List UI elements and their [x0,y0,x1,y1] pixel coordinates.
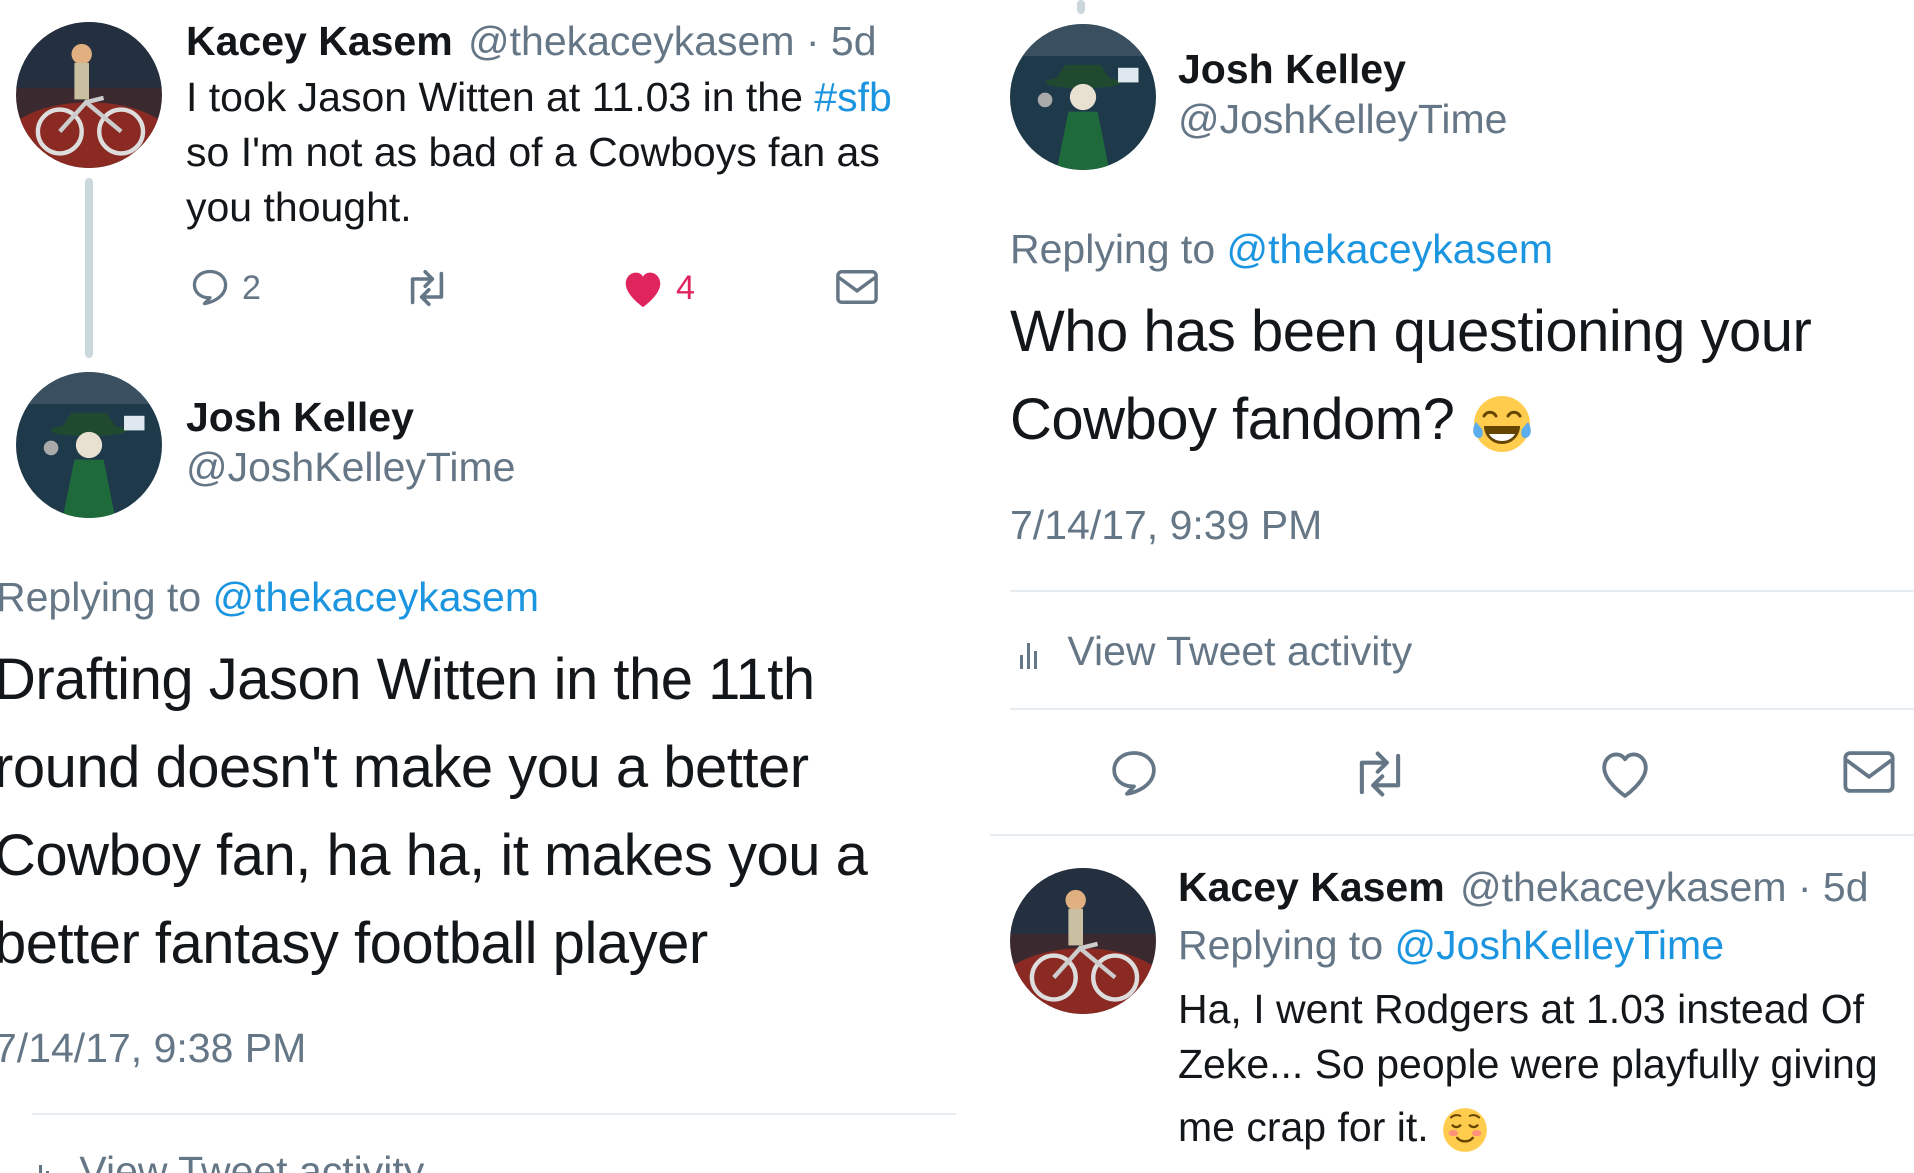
reply-replying-to: Replying to @JoshKelleyTime [1178,922,1724,969]
tweet2-replying-handle-link[interactable]: @thekaceykasem [213,574,539,620]
activity-bars-icon [1020,643,1037,670]
tweet1-reply-count: 2 [242,268,261,307]
kacey-avatar[interactable] [1010,868,1156,1014]
tweet1-handle[interactable]: @thekaceykasem [468,18,794,64]
tweet-replying-handle-link[interactable]: @thekaceykasem [1227,226,1553,272]
tweet-divider-1 [1010,590,1914,592]
reply-handle[interactable]: @thekaceykasem [1460,864,1786,910]
tweet1-like-button[interactable]: 4 [620,266,695,310]
tweet-activity-label[interactable]: View Tweet activity [1067,628,1412,674]
like-icon [625,272,661,308]
tweet2-replying-prefix: Replying to [0,574,213,620]
tweet-like-button[interactable] [1596,746,1654,800]
tweet-timestamp: 7/14/17, 9:39 PM [1010,502,1323,548]
reply-author-handle[interactable]: @thekaceykasem · 5d [1460,864,1869,911]
tweet1-text: I took Jason Witten at 11.03 in the #sfb… [186,70,892,235]
tweet2-activity-label[interactable]: View Tweet activity [79,1148,424,1173]
tweet-text-line2: Cowboy fandom? [1010,387,1470,452]
tweet-text: Who has been questioning your Cowboy fan… [1010,288,1812,464]
thread-connector-top [1077,0,1085,14]
reply-age: · 5d [1797,864,1869,910]
tweet-dm-button[interactable] [1840,746,1898,798]
tweet2-timestamp: 7/14/17, 9:38 PM [0,1025,307,1071]
tweet2-text-line1: Drafting Jason Witten in the 11th [0,647,815,712]
tweet1-author-name[interactable]: Kacey Kasem [186,18,453,65]
dm-icon [1843,751,1895,793]
tweet1-author-handle[interactable]: @thekaceykasem · 5d [468,18,877,65]
reply-replying-prefix: Replying to [1178,922,1395,968]
tweet-divider-3 [990,834,1914,836]
tweet-reply-button[interactable] [1106,746,1162,802]
thread-connector [85,178,93,358]
retweet-icon [1359,751,1401,797]
tweet1-retweet-button[interactable] [400,266,454,310]
dm-icon [836,270,878,304]
josh-avatar[interactable] [1010,24,1156,170]
tweet2-author-handle[interactable]: @JoshKelleyTime [186,444,515,491]
tweet1-dm-button[interactable] [834,266,880,308]
tweet-author-handle[interactable]: @JoshKelleyTime [1178,96,1507,143]
tweet-divider-2 [1010,708,1914,710]
reply-text: Ha, I went Rodgers at 1.03 instead Of Ze… [1178,982,1878,1155]
left-screenshot: Kacey Kasem @thekaceykasem · 5d I took J… [0,0,960,1173]
activity-bars-icon [39,1165,49,1173]
tweet-replying-prefix: Replying to [1010,226,1227,272]
tweet1-text-line2: so I'm not as bad of a Cowboys fan as [186,129,880,175]
josh-avatar[interactable] [16,372,162,518]
tweet1-like-count: 4 [676,268,695,307]
tweet1-text-line1: I took Jason Witten at 11.03 in the [186,74,815,120]
tweet1-age: · 5d [805,18,877,64]
tweet2-author-name[interactable]: Josh Kelley [186,394,414,441]
tweet-view-activity-link[interactable]: View Tweet activity [1018,628,1412,675]
tweet2-replying-to: Replying to @thekaceykasem [0,574,539,621]
tweet-text-line1: Who has been questioning your [1010,299,1812,364]
tweet-retweet-button[interactable] [1346,746,1414,802]
reply-text-line2: Zeke... So people were playfully giving [1178,1041,1878,1087]
tweet2-view-activity-link[interactable]: View Tweet activity [30,1148,424,1173]
tweet2-text-line4: better fantasy football player [0,911,708,976]
tweet2-divider [32,1113,956,1115]
reply-icon [1112,751,1156,796]
reply-text-line1: Ha, I went Rodgers at 1.03 instead Of [1178,986,1864,1032]
tweet1-reply-button[interactable]: 2 [188,266,261,310]
tweet-replying-to: Replying to @thekaceykasem [1010,226,1553,273]
tweet2-text: Drafting Jason Witten in the 11th round … [0,636,868,988]
tweet2-text-line3: Cowboy fan, ha ha, it makes you a [0,823,868,888]
tears-of-joy-emoji [1473,395,1531,452]
reply-replying-handle-link[interactable]: @JoshKelleyTime [1395,922,1724,968]
tweet1-text-line3: you thought. [186,184,412,230]
kacey-avatar[interactable] [16,22,162,168]
retweet-icon [410,269,444,306]
right-screenshot: Josh Kelley @JoshKelleyTime Replying to … [960,0,1914,1173]
reply-icon [192,269,228,306]
reply-author-name[interactable]: Kacey Kasem [1178,864,1445,911]
tweet2-text-line2: round doesn't make you a better [0,735,809,800]
like-icon [1602,752,1648,798]
sfb-hashtag-link[interactable]: #sfb [814,74,892,120]
tweet-author-name[interactable]: Josh Kelley [1178,46,1406,93]
smiling-blush-emoji [1443,1108,1487,1153]
reply-text-line3: me crap for it. [1178,1104,1441,1150]
